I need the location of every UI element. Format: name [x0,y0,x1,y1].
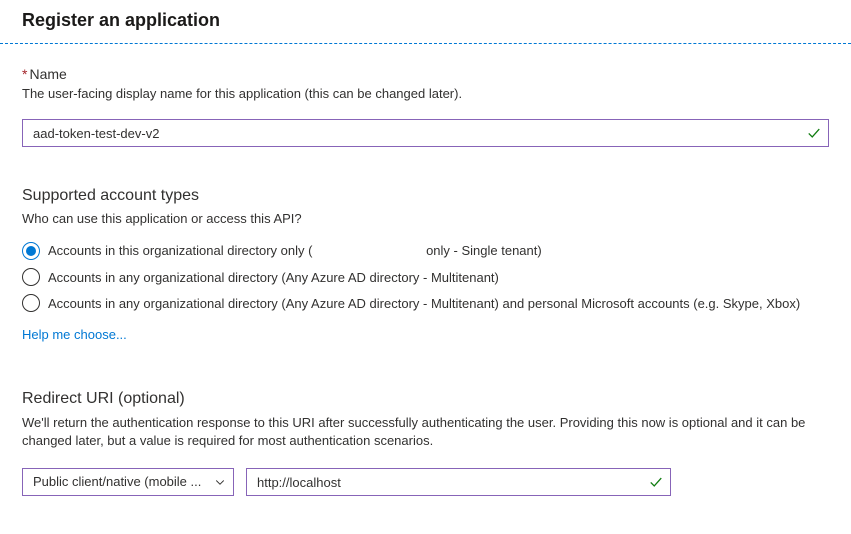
platform-dropdown[interactable]: Public client/native (mobile ... [22,468,234,496]
page-header: Register an application [0,0,851,44]
redirect-uri-input[interactable] [246,468,671,496]
radio-multitenant-personal[interactable]: Accounts in any organizational directory… [22,294,829,312]
platform-dropdown-wrapper: Public client/native (mobile ... [22,468,234,496]
radio-multitenant[interactable]: Accounts in any organizational directory… [22,268,829,286]
form-content: *Name The user-facing display name for t… [0,44,851,518]
name-label: *Name [22,66,829,82]
radio-label: Accounts in any organizational directory… [48,296,800,311]
name-input-wrapper [22,119,829,147]
help-me-choose-link[interactable]: Help me choose... [22,327,127,342]
radio-button-icon [22,242,40,260]
redirect-uri-input-wrapper [246,468,671,496]
checkmark-icon [807,126,821,140]
checkmark-icon [649,475,663,489]
radio-label: Accounts in any organizational directory… [48,270,499,285]
radio-button-icon [22,268,40,286]
redirect-uri-title: Redirect URI (optional) [22,390,829,408]
redirect-uri-row: Public client/native (mobile ... [22,468,829,496]
redirect-uri-description: We'll return the authentication response… [22,414,829,450]
radio-label: Accounts in this organizational director… [48,243,542,258]
name-input[interactable] [22,119,829,147]
account-types-description: Who can use this application or access t… [22,211,829,226]
redacted-org-name [312,246,422,259]
radio-single-tenant[interactable]: Accounts in this organizational director… [22,242,829,260]
radio-button-icon [22,294,40,312]
page-title: Register an application [22,10,829,31]
account-types-title: Supported account types [22,187,829,205]
required-star-icon: * [22,66,27,82]
account-types-radio-group: Accounts in this organizational director… [22,242,829,312]
name-description: The user-facing display name for this ap… [22,86,829,101]
